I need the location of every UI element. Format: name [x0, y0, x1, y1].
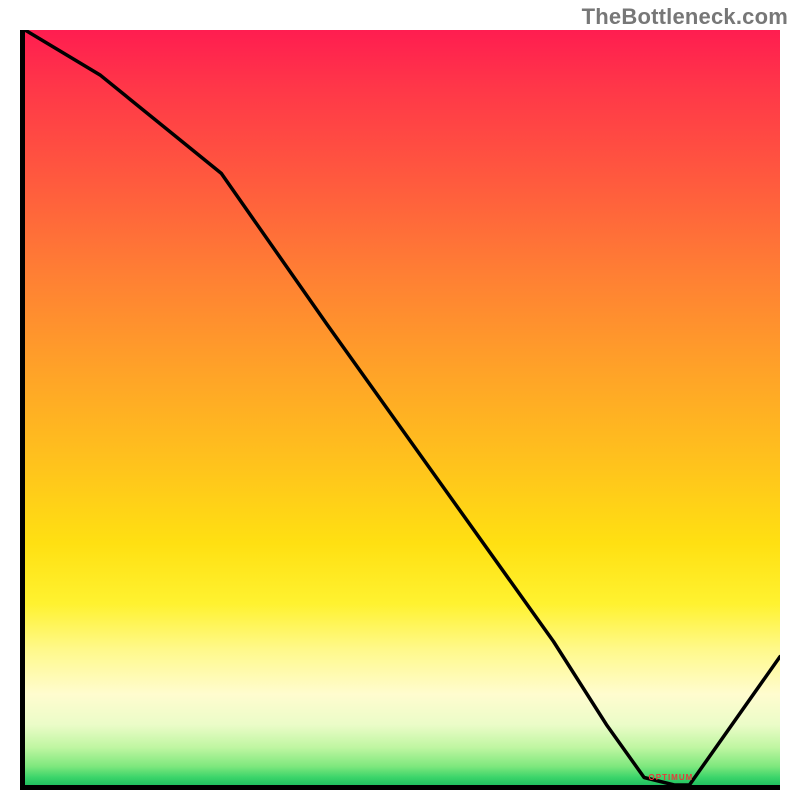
- optimum-label: OPTIMUM: [649, 773, 694, 782]
- plot-area: OPTIMUM: [20, 30, 780, 790]
- chart-container: TheBottleneck.com OPTIMUM: [0, 0, 800, 800]
- bottleneck-curve: [25, 30, 780, 785]
- attribution-text: TheBottleneck.com: [582, 4, 788, 30]
- curve-path: [25, 30, 780, 785]
